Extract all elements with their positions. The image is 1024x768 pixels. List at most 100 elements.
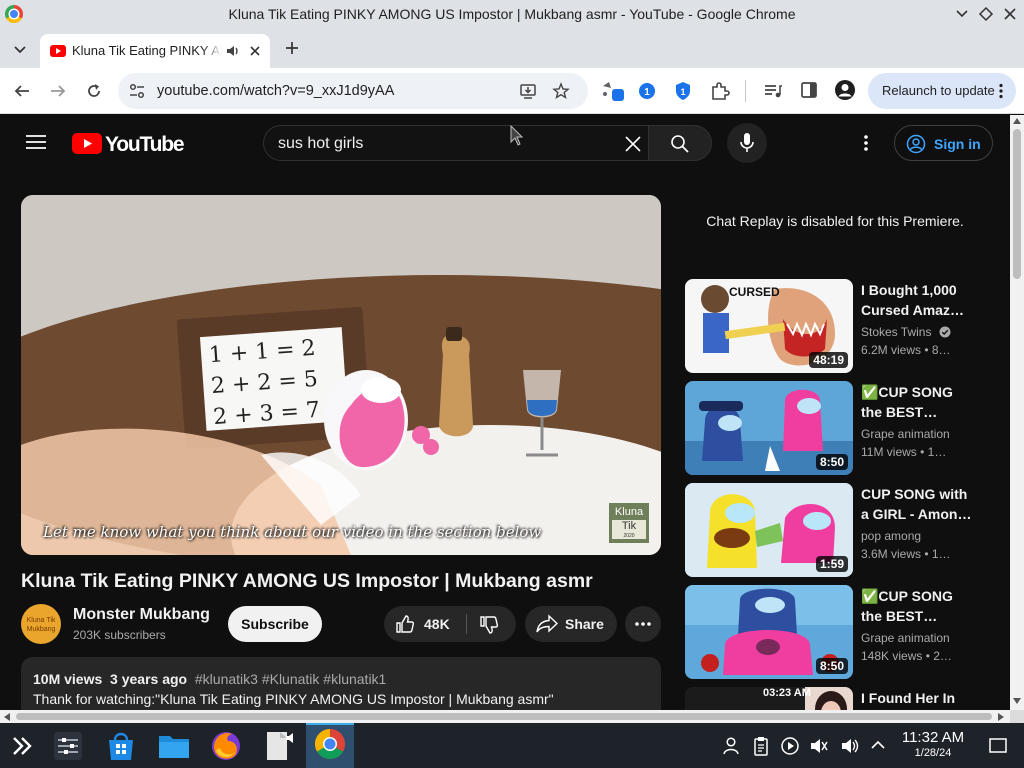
recommendation-title[interactable]: I Found Her In (861, 688, 971, 708)
vertical-scrollbar[interactable] (1010, 115, 1024, 710)
discover-store-icon[interactable] (101, 726, 141, 766)
address-bar[interactable]: youtube.com/watch?v=9_xxJ1d9yAA (118, 73, 588, 109)
clear-search-icon[interactable] (624, 135, 642, 153)
like-count: 48K (424, 616, 450, 632)
more-actions-button[interactable] (625, 606, 661, 642)
subscribe-button[interactable]: Subscribe (228, 606, 322, 642)
relaunch-to-update-button[interactable]: Relaunch to update (868, 73, 1016, 109)
channel-avatar[interactable]: Kluna Tik Mukbang (21, 604, 61, 644)
scroll-up-arrow-icon[interactable] (1013, 118, 1021, 124)
thumbnail-text: 03:23 AM (763, 687, 811, 699)
vertical-scroll-thumb[interactable] (1013, 129, 1021, 279)
show-hidden-icons-chevron-icon[interactable] (870, 738, 886, 752)
media-player-icon[interactable] (780, 736, 800, 756)
description-box[interactable]: 10M views 3 years ago #klunatik3 #Klunat… (21, 657, 661, 710)
recommendation-channel[interactable]: pop among (861, 529, 921, 543)
side-panel-icon[interactable] (800, 81, 818, 99)
video-thumbnail[interactable]: 1:59 (685, 483, 853, 577)
tab-youtube-video[interactable]: Kluna Tik Eating PINKY AMONG US Impostor… (40, 34, 270, 68)
title-line: ✅CUP SONG (861, 384, 953, 400)
recommendation-title[interactable]: ✅CUP SONG the BEST… (861, 586, 971, 626)
search-box[interactable] (263, 125, 649, 161)
bookmark-star-icon[interactable] (552, 82, 570, 100)
maximize-diamond-icon[interactable] (978, 6, 994, 22)
settings-more-icon[interactable] (863, 134, 869, 152)
tab-search-chevron-icon[interactable] (12, 41, 28, 57)
sign-in-button[interactable]: Sign in (894, 125, 993, 161)
tab-audio-playing-icon[interactable] (225, 43, 241, 59)
media-control-icon[interactable] (763, 81, 783, 101)
shield-extension-icon[interactable]: 1 (674, 81, 692, 101)
video-player[interactable]: 1 + 1 = 2 2 + 2 = 5 2 + 3 = 7 Let me kno… (21, 195, 661, 555)
search-input[interactable] (278, 133, 608, 155)
reload-icon[interactable] (85, 82, 103, 100)
voice-search-button[interactable] (727, 123, 767, 163)
video-thumbnail[interactable]: CURSED 48:19 (685, 279, 853, 373)
install-app-icon[interactable] (519, 82, 537, 100)
hamburger-menu-icon[interactable] (26, 134, 46, 150)
recommendation-channel[interactable]: Grape animation (861, 427, 950, 441)
recommendation-item[interactable]: 03:23 AM I Found Her In (685, 687, 1005, 710)
scroll-left-arrow-icon[interactable] (4, 713, 10, 721)
file-manager-icon[interactable] (154, 726, 194, 766)
description-meta: 10M views 3 years ago #klunatik3 #Klunat… (33, 671, 386, 687)
minimize-chevron-icon[interactable] (954, 6, 970, 22)
recommendation-item[interactable]: 8:50 ✅CUP SONG the BEST… Grape animation … (685, 585, 1005, 681)
share-button[interactable]: Share (525, 606, 617, 642)
search-button[interactable] (648, 125, 712, 161)
recommendation-channel[interactable]: Stokes Twins (861, 325, 951, 339)
close-window-icon[interactable] (1002, 6, 1018, 22)
taskbar-chrome-active[interactable] (306, 723, 354, 768)
recommendation-item[interactable]: 8:50 ✅CUP SONG the BEST… Grape animation … (685, 381, 1005, 477)
youtube-logo[interactable]: YouTube (72, 133, 185, 156)
extensions-puzzle-icon[interactable] (710, 81, 730, 101)
chrome-menu-icon[interactable] (998, 83, 1004, 99)
extension-puzzle-badge-icon[interactable] (601, 80, 627, 102)
svg-text:1: 1 (680, 87, 685, 97)
volume-icon[interactable] (840, 736, 860, 756)
recommendation-item[interactable]: 1:59 CUP SONG with a GIRL - Amon… pop amo… (685, 483, 1005, 579)
scroll-right-arrow-icon[interactable] (998, 713, 1004, 721)
like-button[interactable]: 48K (384, 606, 466, 642)
muted-audio-icon[interactable] (809, 736, 829, 756)
hashtags[interactable]: #klunatik3 #Klunatik #klunatik1 (195, 671, 386, 687)
system-clock[interactable]: 11:32 AM 1/28/24 (890, 729, 976, 759)
new-tab-plus-icon[interactable] (283, 39, 301, 57)
title-line: the BEST… (861, 608, 938, 624)
dislike-button[interactable] (479, 615, 499, 635)
user-status-icon[interactable] (721, 736, 741, 756)
application-launcher-icon[interactable] (2, 726, 42, 766)
clipboard-icon[interactable] (751, 736, 771, 756)
thumbs-up-icon (396, 615, 415, 633)
recommendation-title[interactable]: ✅CUP SONG the BEST… (861, 382, 971, 422)
video-thumbnail[interactable]: 8:50 (685, 381, 853, 475)
recommendation-item[interactable]: CURSED 48:19 I Bought 1,000 Cursed Amaz… … (685, 279, 1005, 375)
profile-avatar-icon[interactable] (834, 79, 856, 101)
system-settings-icon[interactable] (48, 726, 88, 766)
microphone-icon (740, 133, 754, 152)
title-line: I Bought 1,000 (861, 282, 957, 298)
extension-badge-icon[interactable]: 1 (638, 82, 656, 100)
site-info-tune-icon[interactable] (128, 83, 146, 99)
avatar-text: Kluna Tik Mukbang (26, 617, 56, 633)
title-line: a GIRL - Amon… (861, 506, 971, 522)
scroll-down-arrow-icon[interactable] (1013, 698, 1021, 704)
video-thumbnail[interactable]: 03:23 AM (685, 687, 853, 710)
horizontal-scroll-thumb[interactable] (16, 713, 992, 720)
tab-close-icon[interactable] (248, 44, 262, 58)
video-thumbnail[interactable]: 8:50 (685, 585, 853, 679)
forward-arrow-icon[interactable] (49, 82, 67, 100)
recommendation-title[interactable]: I Bought 1,000 Cursed Amaz… (861, 280, 971, 320)
back-arrow-icon[interactable] (13, 82, 31, 100)
title-line: the BEST… (861, 404, 938, 420)
recommendation-channel[interactable]: Grape animation (861, 631, 950, 645)
description-text: Thank for watching:"Kluna Tik Eating PIN… (33, 691, 554, 707)
audio-file-icon[interactable] (258, 726, 298, 766)
horizontal-scrollbar[interactable] (0, 710, 1010, 723)
recommendation-title[interactable]: CUP SONG with a GIRL - Amon… (861, 484, 971, 524)
channel-name[interactable]: Monster Mukbang (73, 606, 210, 624)
firefox-icon[interactable] (206, 726, 246, 766)
toolbar-divider (745, 80, 746, 102)
show-desktop-icon[interactable] (988, 737, 1008, 755)
channel-watermark[interactable]: Kluna Tik 2020 (609, 503, 649, 543)
